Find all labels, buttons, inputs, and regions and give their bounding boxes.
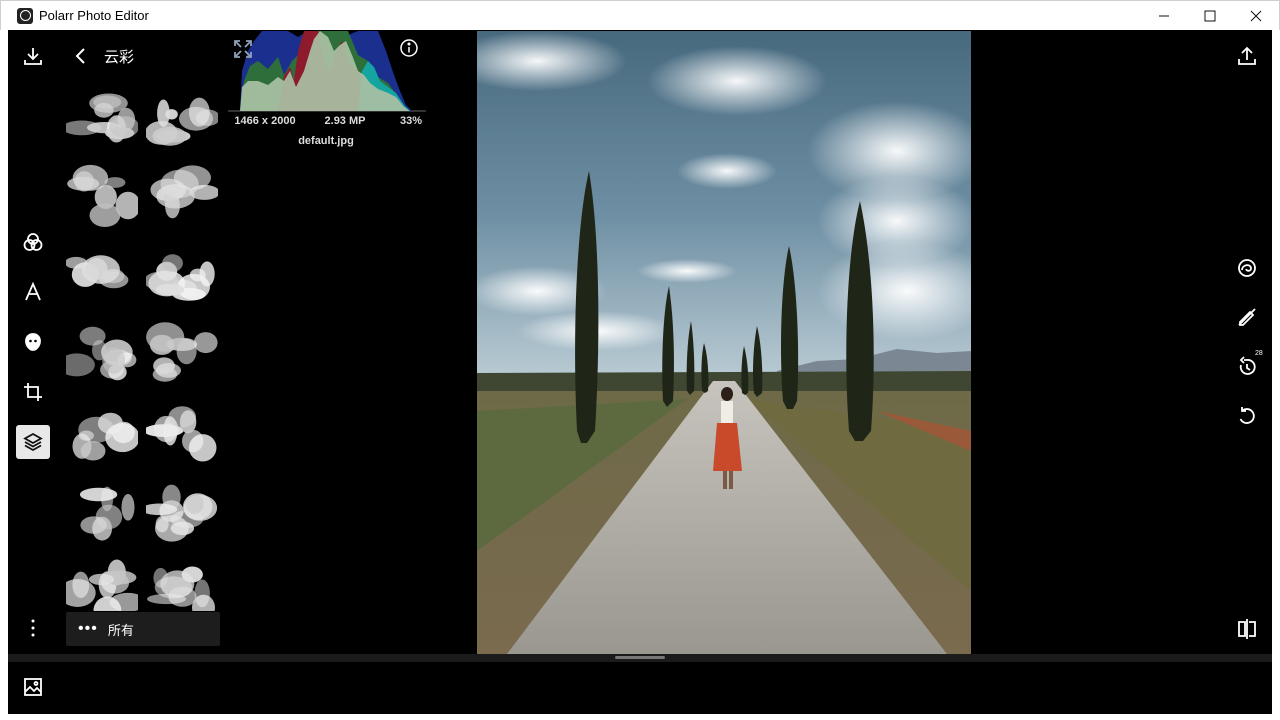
- export-icon: [1238, 46, 1256, 65]
- auto-enhance-button[interactable]: [1232, 253, 1262, 283]
- compare-button[interactable]: [1232, 614, 1262, 644]
- category-filter-button[interactable]: ••• 所有: [66, 612, 220, 646]
- minimize-icon: [1159, 15, 1169, 17]
- cloud-shape: [66, 400, 138, 466]
- category-filter-label: 所有: [107, 622, 134, 638]
- download-button[interactable]: [16, 39, 50, 73]
- swirl-icon: [1238, 259, 1256, 277]
- back-button[interactable]: [66, 41, 96, 71]
- photo-canvas[interactable]: [477, 31, 971, 654]
- expand-histogram-icon[interactable]: [232, 38, 254, 60]
- cloud-overlay-thumbnail[interactable]: [146, 242, 218, 308]
- cloud-overlay-thumbnail[interactable]: [146, 321, 218, 387]
- cloud-overlay-thumbnail[interactable]: [66, 84, 138, 150]
- zoom-level: 33%: [399, 115, 422, 127]
- compare-icon: [1238, 619, 1256, 639]
- text-tool-button[interactable]: [16, 275, 50, 309]
- more-vertical-icon: [31, 619, 35, 637]
- cloud-shape: [66, 163, 138, 229]
- no-edit-icon: [1238, 308, 1256, 326]
- cloud-overlay-thumbnail[interactable]: [66, 558, 138, 611]
- open-image-button[interactable]: [18, 672, 48, 702]
- window-frame-left: [0, 30, 8, 720]
- cloud-overlay-thumbnail[interactable]: [66, 400, 138, 466]
- window-title: Polarr Photo Editor: [39, 8, 149, 23]
- cloud-overlay-thumbnail[interactable]: [146, 163, 218, 229]
- more-horizontal-icon: •••: [78, 620, 98, 637]
- color-tool-button[interactable]: [16, 225, 50, 259]
- close-icon: [1250, 10, 1262, 22]
- cloud-overlay-thumbnail[interactable]: [146, 558, 218, 611]
- color-filter-icon: [23, 233, 43, 251]
- app-logo-icon: [17, 7, 33, 24]
- cloud-shape: [146, 242, 218, 308]
- crop-tool-button[interactable]: [16, 375, 50, 409]
- image-icon: [24, 678, 42, 696]
- image-megapixels: 2.93 MP: [324, 115, 366, 127]
- window-frame-right: [1272, 30, 1280, 720]
- cloud-shape: [146, 400, 218, 466]
- cloud-overlay-thumbnail[interactable]: [66, 242, 138, 308]
- photo-image: [477, 31, 971, 654]
- tool-rail: [8, 31, 58, 654]
- overlay-thumbnail-grid: [66, 84, 218, 611]
- layers-tool-button[interactable]: [16, 425, 50, 459]
- toggle-edits-button[interactable]: [1232, 302, 1262, 332]
- info-icon[interactable]: [398, 37, 420, 59]
- maximize-icon: [1204, 10, 1216, 22]
- face-tool-button[interactable]: [16, 325, 50, 359]
- window-frame-bottom: [0, 714, 1280, 720]
- history-count-badge: 28: [1255, 350, 1263, 357]
- image-filename: default.jpg: [298, 135, 354, 147]
- history-icon: [1239, 356, 1256, 375]
- cloud-overlay-thumbnail[interactable]: [66, 321, 138, 387]
- cloud-shape: [66, 321, 138, 387]
- image-meta-row: 1466 x 2000 2.93 MP 33%: [228, 115, 428, 127]
- undo-button[interactable]: [1232, 402, 1262, 432]
- text-icon: [25, 281, 41, 301]
- cloud-shape: [146, 84, 218, 150]
- minimize-button[interactable]: [1141, 1, 1187, 31]
- chevron-left-icon: [75, 48, 85, 64]
- window-controls: [1141, 1, 1279, 31]
- cloud-shape: [66, 84, 138, 150]
- download-icon: [24, 48, 42, 65]
- export-button[interactable]: [1232, 41, 1262, 71]
- cloud-overlay-thumbnail[interactable]: [66, 479, 138, 545]
- cloud-shape: [146, 321, 218, 387]
- window-titlebar: Polarr Photo Editor: [0, 0, 1280, 30]
- more-options-button[interactable]: [16, 611, 50, 645]
- crop-icon: [24, 383, 42, 401]
- cloud-overlay-thumbnail[interactable]: [66, 163, 138, 229]
- overlay-panel-header: 云彩: [66, 40, 216, 72]
- filmstrip-resize-handle[interactable]: [615, 656, 665, 659]
- image-dimensions: 1466 x 2000: [234, 115, 296, 127]
- cloud-overlay-thumbnail[interactable]: [146, 479, 218, 545]
- cloud-overlay-thumbnail[interactable]: [146, 400, 218, 466]
- close-button[interactable]: [1233, 1, 1279, 31]
- cloud-shape: [66, 242, 138, 308]
- cloud-shape: [146, 558, 218, 611]
- cloud-shape: [66, 558, 138, 611]
- undo-icon: [1239, 407, 1255, 424]
- face-icon: [25, 333, 41, 351]
- cloud-shape: [146, 479, 218, 545]
- maximize-button[interactable]: [1187, 1, 1233, 31]
- layers-icon: [23, 432, 43, 452]
- cloud-shape: [66, 479, 138, 545]
- panel-title: 云彩: [104, 48, 135, 66]
- cloud-overlay-thumbnail[interactable]: [146, 84, 218, 150]
- cloud-shape: [146, 163, 218, 229]
